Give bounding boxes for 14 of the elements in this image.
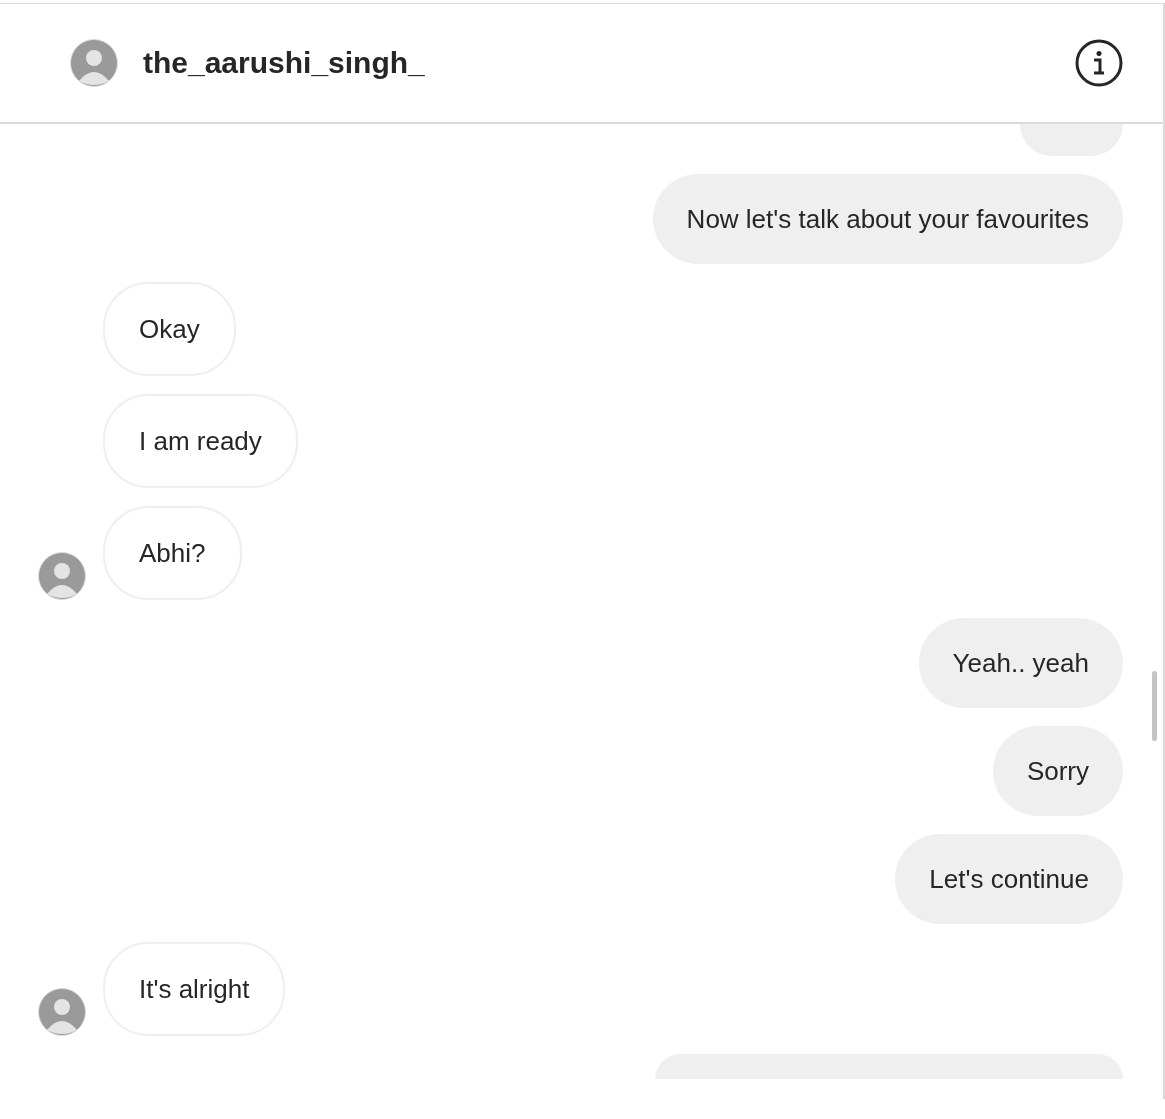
message-bubble: Now let's talk about your favourites bbox=[652, 174, 1123, 264]
avatar-icon bbox=[38, 988, 86, 1036]
scrollbar[interactable] bbox=[1152, 671, 1157, 741]
message-bubble: I am ready bbox=[103, 394, 298, 488]
message-bubble: Abhi? bbox=[103, 506, 242, 600]
message-bubble: Okay bbox=[103, 282, 236, 376]
avatar-icon bbox=[38, 552, 86, 600]
info-icon[interactable] bbox=[1075, 39, 1123, 87]
message-bubble: Yeah.. yeah bbox=[918, 618, 1123, 708]
message-bubble: It's alright bbox=[103, 942, 286, 1036]
message-bubble: Sorry bbox=[992, 726, 1123, 816]
avatar-icon bbox=[70, 39, 118, 87]
message-bubble: Let's continue bbox=[895, 834, 1123, 924]
username[interactable]: the_aarushi_singh_ bbox=[143, 46, 1050, 80]
